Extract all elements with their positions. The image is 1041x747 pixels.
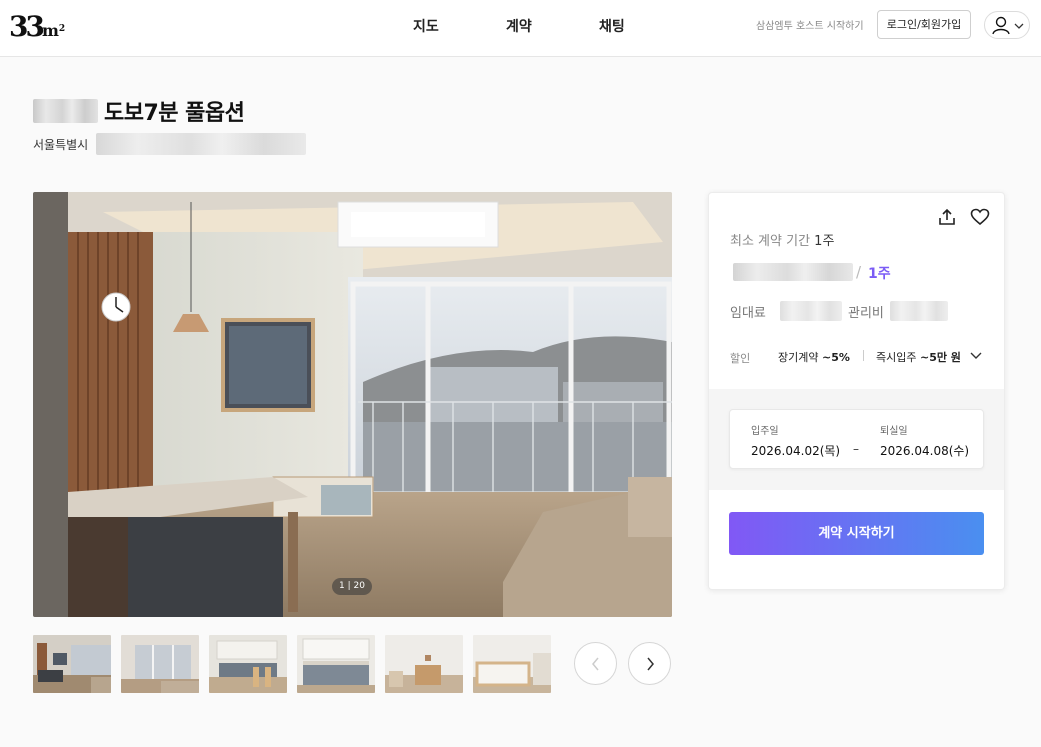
min-period-value: 1주 — [814, 234, 835, 249]
rent-label: 임대료 — [730, 306, 766, 321]
share-icon[interactable] — [937, 207, 957, 227]
thumbnail-image — [385, 635, 463, 693]
move-in-discount-label: 즉시입주 — [876, 351, 917, 364]
user-icon — [992, 16, 1010, 35]
listing-title: 도보7분 풀옵션 — [104, 101, 245, 126]
price-redacted-block — [733, 263, 853, 281]
thumbnail-image — [297, 635, 375, 693]
immediate-move-in-discount[interactable]: 즉시입주 ~5만 원 — [876, 349, 961, 365]
chevron-down-icon[interactable] — [970, 351, 982, 361]
title-redacted-block — [33, 99, 98, 123]
nav-contract[interactable]: 계약 — [506, 16, 532, 36]
top-header: 33m2 지도 계약 채팅 삼삼엠투 호스트 시작하기 로그인/회원가입 — [0, 0, 1041, 57]
thumbnail-6[interactable] — [473, 635, 551, 693]
thumbnail-4[interactable] — [297, 635, 375, 693]
discount-label: 할인 — [730, 352, 751, 365]
listing-title-row: 도보7분 풀옵션 — [33, 94, 245, 128]
price-slash: / — [856, 263, 862, 281]
nav-map[interactable]: 지도 — [413, 16, 439, 36]
long-term-discount-label: 장기계약 — [778, 351, 819, 364]
thumbnail-image — [121, 635, 199, 693]
thumbnail-3[interactable] — [209, 635, 287, 693]
logo-sup: 2 — [58, 24, 66, 34]
chevron-left-icon — [592, 657, 599, 671]
main-photo[interactable]: 1 | 20 — [33, 192, 672, 617]
chevron-down-icon — [1014, 23, 1024, 29]
logo[interactable]: 33m2 — [9, 12, 65, 46]
date-picker[interactable]: 입주일 2026.04.02(목) – 퇴실일 2026.04.08(수) — [729, 409, 984, 469]
checkin-date: 2026.04.02(목) — [751, 444, 841, 458]
checkin-label: 입주일 — [751, 426, 779, 437]
min-period-label: 최소 계약 기간 — [730, 234, 811, 249]
thumbnail-image — [473, 635, 551, 693]
thumbnail-5[interactable] — [385, 635, 463, 693]
chevron-right-icon — [647, 657, 654, 671]
heart-icon[interactable] — [970, 207, 990, 227]
maintenance-fee-label: 관리비 — [848, 306, 884, 321]
login-signup-button[interactable]: 로그인/회원가입 — [877, 10, 971, 39]
host-start-link[interactable]: 삼삼엠투 호스트 시작하기 — [756, 17, 864, 32]
photo-counter: 1 | 20 — [332, 578, 372, 595]
nav-chat[interactable]: 채팅 — [599, 16, 625, 36]
logo-number: 33 — [9, 10, 45, 43]
move-in-discount-value: ~5만 원 — [919, 351, 961, 364]
discount-divider — [863, 350, 864, 361]
rent-redacted-block — [780, 301, 842, 321]
address-city: 서울특별시 — [33, 137, 89, 152]
long-term-discount-value: ~5% — [821, 351, 850, 364]
thumbnail-image — [33, 635, 111, 693]
address-row: 서울특별시 — [33, 133, 307, 155]
thumbnail-2[interactable] — [121, 635, 199, 693]
checkout-label: 퇴실일 — [880, 426, 908, 437]
thumbnail-1[interactable] — [33, 635, 111, 693]
thumbnail-next-button[interactable] — [628, 642, 671, 685]
price-unit: 1주 — [868, 266, 891, 282]
fee-redacted-block — [890, 301, 948, 321]
thumbnail-prev-button[interactable] — [574, 642, 617, 685]
min-contract-period: 최소 계약 기간 1주 — [730, 230, 834, 249]
long-term-discount: 장기계약 ~5% — [778, 349, 850, 365]
checkout-date: 2026.04.08(수) — [880, 444, 970, 458]
address-redacted-block — [96, 133, 307, 155]
booking-card: 최소 계약 기간 1주 / 1주 임대료 관리비 할인 장기계약 ~5% 즉시입… — [708, 192, 1005, 590]
logo-unit: m — [41, 21, 59, 40]
start-contract-button[interactable]: 계약 시작하기 — [729, 512, 984, 555]
room-photo-image — [33, 192, 672, 617]
profile-menu-button[interactable] — [984, 11, 1030, 39]
thumbnail-image — [209, 635, 287, 693]
date-dash: – — [853, 442, 859, 456]
